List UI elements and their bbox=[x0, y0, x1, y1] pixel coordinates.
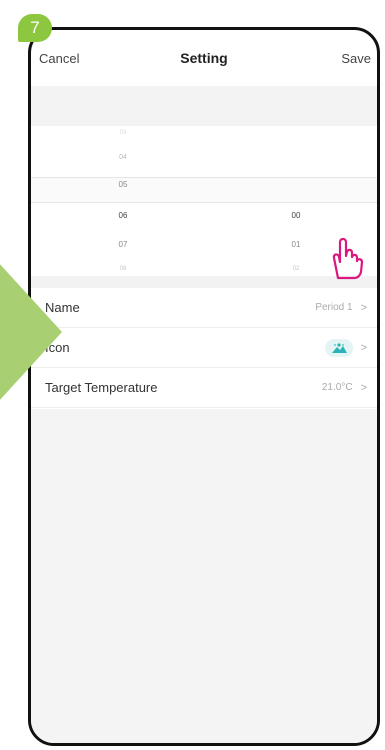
target-temperature-row[interactable]: Target Temperature 21.0°C > bbox=[31, 368, 377, 408]
name-value: Period 1 bbox=[315, 302, 353, 313]
picker-selection-band bbox=[31, 177, 377, 203]
hand-pointer-icon bbox=[332, 237, 364, 280]
phone-frame: Cancel Setting Save 03 04 05 06 07 08 09… bbox=[28, 27, 380, 746]
chevron-right-icon: > bbox=[360, 381, 367, 394]
hour-option[interactable]: 08 bbox=[103, 266, 143, 272]
name-row[interactable]: Name Period 1 > bbox=[31, 288, 377, 328]
pointer-arrow-icon bbox=[0, 262, 62, 402]
step-number-badge: 7 bbox=[18, 14, 52, 42]
hour-option[interactable]: 05 bbox=[103, 180, 143, 189]
header-spacer bbox=[31, 86, 377, 126]
chevron-right-icon: > bbox=[360, 301, 367, 314]
save-button[interactable]: Save bbox=[341, 51, 371, 66]
minute-option-selected[interactable]: 00 bbox=[276, 211, 316, 220]
page-title: Setting bbox=[180, 50, 228, 66]
chevron-right-icon: > bbox=[360, 341, 367, 354]
empty-area bbox=[31, 409, 377, 743]
hour-option[interactable]: 07 bbox=[103, 240, 143, 249]
sun-icon bbox=[324, 338, 353, 357]
hour-option[interactable]: 03 bbox=[103, 130, 143, 136]
step-number: 7 bbox=[30, 18, 40, 37]
hour-option-selected[interactable]: 06 bbox=[103, 211, 143, 220]
minute-option[interactable]: 02 bbox=[276, 266, 316, 272]
target-temperature-value: 21.0°C bbox=[321, 382, 353, 393]
navbar: Cancel Setting Save bbox=[31, 30, 377, 86]
minute-option[interactable]: 01 bbox=[276, 240, 316, 249]
hour-option[interactable]: 04 bbox=[103, 154, 143, 161]
icon-row[interactable]: Icon > bbox=[31, 328, 377, 368]
cancel-button[interactable]: Cancel bbox=[39, 51, 79, 66]
